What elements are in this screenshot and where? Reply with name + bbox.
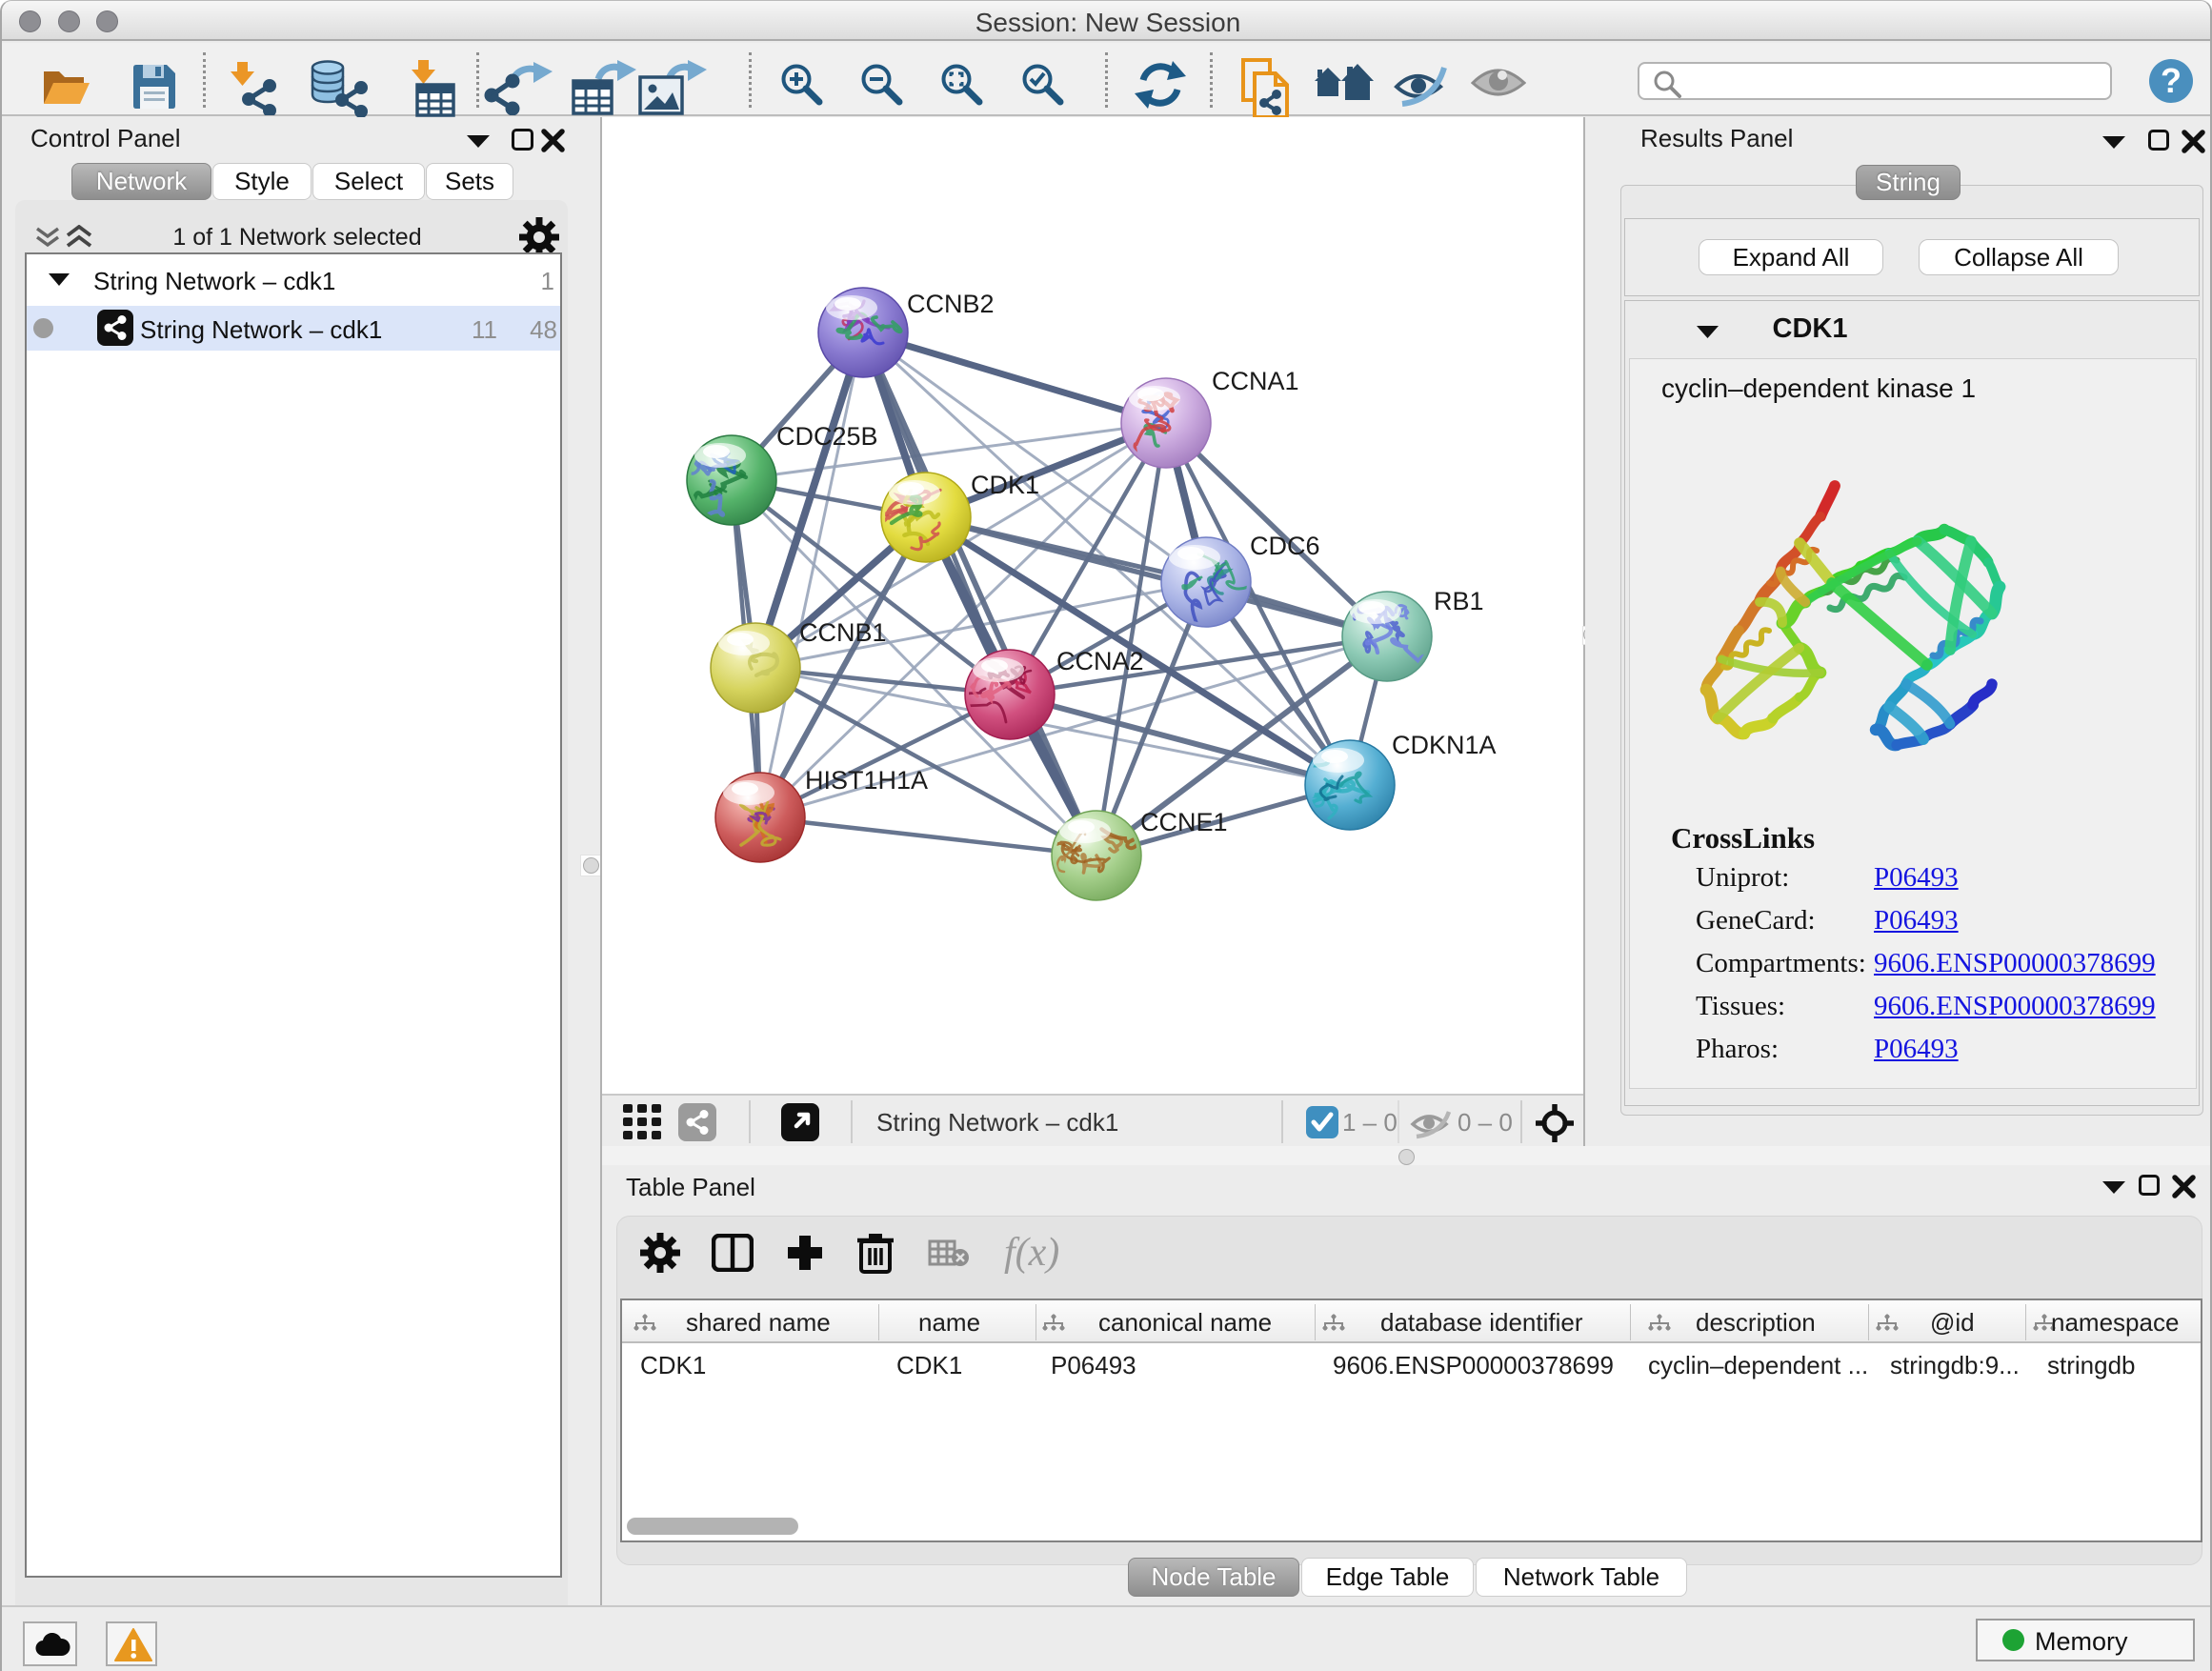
svg-text:CCNB1: CCNB1: [799, 618, 887, 647]
svg-text:CDC6: CDC6: [1250, 532, 1320, 560]
svg-text:CDC25B: CDC25B: [776, 422, 878, 451]
svg-text:CCNA2: CCNA2: [1056, 647, 1144, 675]
svg-text:HIST1H1A: HIST1H1A: [805, 766, 928, 795]
svg-text:CCNA1: CCNA1: [1212, 367, 1299, 395]
svg-text:CCNE1: CCNE1: [1140, 808, 1228, 836]
svg-text:CDK1: CDK1: [971, 471, 1039, 499]
svg-text:RB1: RB1: [1434, 587, 1484, 615]
svg-text:CDKN1A: CDKN1A: [1392, 731, 1497, 759]
svg-text:CCNB2: CCNB2: [907, 290, 995, 318]
